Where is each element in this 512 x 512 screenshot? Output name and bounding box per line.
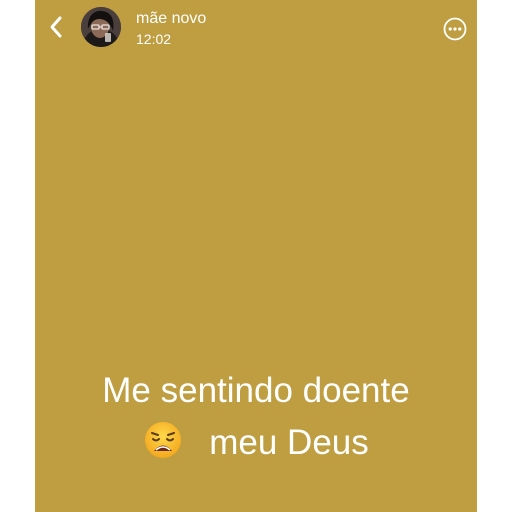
more-options-button[interactable] <box>443 17 467 41</box>
avatar-image <box>81 7 121 47</box>
contact-name: mãe novo <box>136 10 207 27</box>
status-line-2-wrapper: meu Deus <box>35 417 477 469</box>
more-horizontal-circle-icon <box>443 17 467 41</box>
status-time: 12:02 <box>136 31 172 47</box>
weary-face-emoji-icon <box>145 422 182 458</box>
status-view: mãe novo 12:02 Me sentindo doente meu De… <box>35 0 477 512</box>
status-message: Me sentindo doente meu Deus <box>35 365 477 469</box>
status-header: mãe novo 12:02 <box>35 0 477 60</box>
status-line-1: Me sentindo doente <box>102 371 410 410</box>
status-line-2: meu Deus <box>209 423 369 462</box>
chevron-left-icon <box>50 16 62 38</box>
avatar[interactable] <box>81 7 121 47</box>
back-button[interactable] <box>45 12 67 42</box>
